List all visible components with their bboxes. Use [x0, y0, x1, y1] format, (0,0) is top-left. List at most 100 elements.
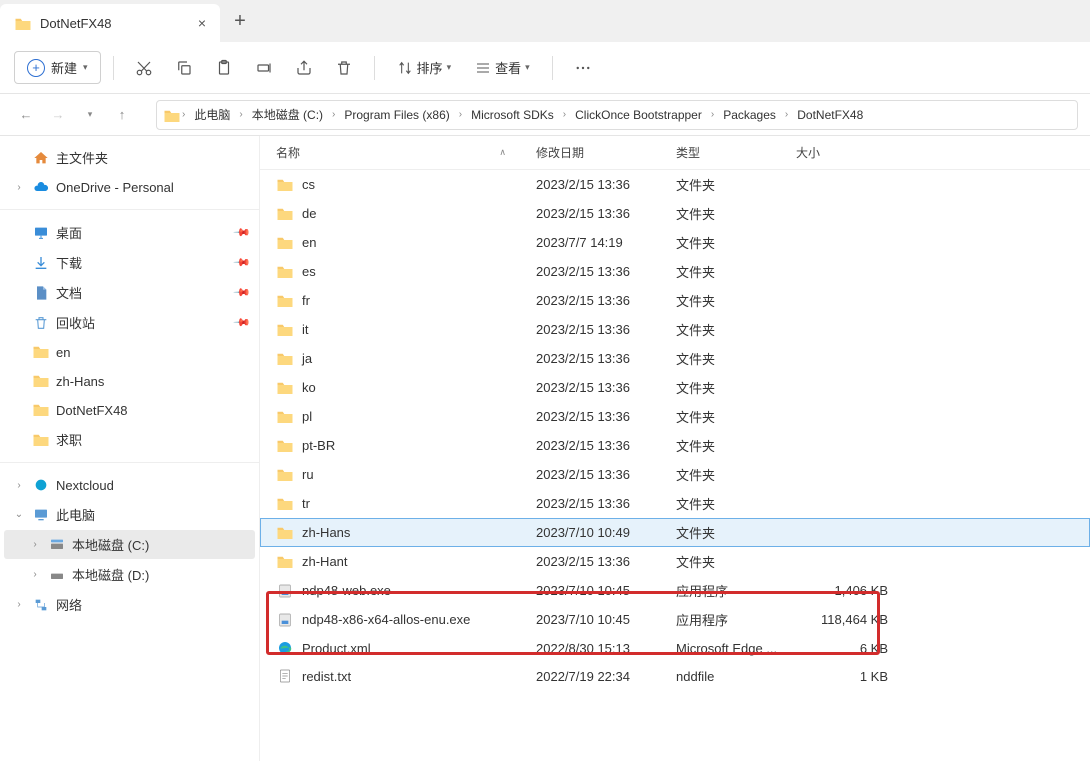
breadcrumb-item[interactable]: DotNetFX48: [791, 105, 869, 125]
file-row[interactable]: it2023/2/15 13:36文件夹: [260, 315, 1090, 344]
new-tab-button[interactable]: +: [220, 10, 260, 33]
file-type: 文件夹: [676, 552, 796, 571]
sidebar-item-documents[interactable]: 文档 📌: [4, 278, 255, 307]
file-row[interactable]: fr2023/2/15 13:36文件夹: [260, 286, 1090, 315]
file-row[interactable]: zh-Hans2023/7/10 10:49文件夹: [260, 518, 1090, 547]
chevron-down-icon: ▾: [83, 62, 88, 73]
file-row[interactable]: pt-BR2023/2/15 13:36文件夹: [260, 431, 1090, 460]
sidebar-item-nextcloud[interactable]: › Nextcloud: [4, 471, 255, 499]
sidebar-item-dotnet[interactable]: DotNetFX48: [4, 396, 255, 424]
column-name[interactable]: 名称∧: [276, 144, 536, 161]
file-type: 文件夹: [676, 465, 796, 484]
file-row[interactable]: pl2023/2/15 13:36文件夹: [260, 402, 1090, 431]
back-button[interactable]: ←: [12, 101, 40, 129]
copy-icon[interactable]: [166, 50, 202, 86]
rename-icon[interactable]: [246, 50, 282, 86]
sidebar-item-zhhans[interactable]: zh-Hans: [4, 367, 255, 395]
view-icon: [475, 60, 491, 76]
chevron-right-icon[interactable]: ›: [12, 599, 26, 610]
file-type: 文件夹: [676, 378, 796, 397]
sidebar-item-desktop[interactable]: 桌面 📌: [4, 218, 255, 247]
file-row[interactable]: es2023/2/15 13:36文件夹: [260, 257, 1090, 286]
close-icon[interactable]: ×: [198, 15, 206, 31]
chevron-right-icon[interactable]: ›: [28, 539, 42, 550]
chevron-right-icon[interactable]: ›: [784, 109, 789, 120]
chevron-right-icon[interactable]: ›: [238, 109, 243, 120]
file-row[interactable]: redist.txt2022/7/19 22:34nddfile1 KB: [260, 662, 1090, 690]
column-date[interactable]: 修改日期: [536, 144, 676, 161]
chevron-right-icon[interactable]: ›: [331, 109, 336, 120]
sidebar-item-home[interactable]: 主文件夹: [4, 143, 255, 172]
chevron-right-icon[interactable]: ›: [181, 109, 186, 120]
sidebar-item-qiuzhi[interactable]: 求职: [4, 425, 255, 454]
breadcrumb[interactable]: › 此电脑 › 本地磁盘 (C:) › Program Files (x86) …: [156, 100, 1078, 130]
folder-icon: [276, 234, 294, 252]
tab-active[interactable]: DotNetFX48 ×: [0, 4, 220, 42]
file-row[interactable]: ko 2023/2/15 13:36文件夹: [260, 373, 1090, 402]
file-row[interactable]: en2023/7/7 14:19文件夹: [260, 228, 1090, 257]
file-date: 2023/2/15 13:36: [536, 554, 676, 569]
file-row[interactable]: ru2023/2/15 13:36文件夹: [260, 460, 1090, 489]
sidebar-item-ddrive[interactable]: › 本地磁盘 (D:): [4, 560, 255, 589]
file-date: 2023/7/10 10:45: [536, 583, 676, 598]
sidebar-item-cdrive[interactable]: › 本地磁盘 (C:): [4, 530, 255, 559]
file-name: tr: [302, 496, 310, 511]
file-date: 2023/2/15 13:36: [536, 177, 676, 192]
sidebar-item-onedrive[interactable]: › OneDrive - Personal: [4, 173, 255, 201]
sidebar-item-thispc[interactable]: ⌄ 此电脑: [4, 500, 255, 529]
file-size: 6 KB: [796, 641, 896, 656]
chevron-right-icon[interactable]: ›: [710, 109, 715, 120]
drive-icon: [48, 566, 66, 584]
forward-button[interactable]: →: [44, 101, 72, 129]
sidebar-item-en[interactable]: en: [4, 338, 255, 366]
file-row[interactable]: tr2023/2/15 13:36文件夹: [260, 489, 1090, 518]
file-name: ko: [302, 380, 316, 395]
file-name: fr: [302, 293, 310, 308]
sidebar-item-network[interactable]: › 网络: [4, 590, 255, 619]
file-row[interactable]: ja2023/2/15 13:36文件夹: [260, 344, 1090, 373]
column-type[interactable]: 类型: [676, 144, 796, 161]
home-icon: [32, 149, 50, 167]
file-date: 2023/2/15 13:36: [536, 293, 676, 308]
chevron-right-icon[interactable]: ›: [12, 182, 26, 193]
file-row[interactable]: zh-Hant2023/2/15 13:36文件夹: [260, 547, 1090, 576]
file-row[interactable]: ndp48-web.exe2023/7/10 10:45应用程序1,406 KB: [260, 576, 1090, 605]
file-row[interactable]: ndp48-x86-x64-allos-enu.exe2023/7/10 10:…: [260, 605, 1090, 634]
delete-icon[interactable]: [326, 50, 362, 86]
file-date: 2023/2/15 13:36: [536, 322, 676, 337]
share-icon[interactable]: [286, 50, 322, 86]
file-name: Product.xml: [302, 641, 371, 656]
nav-bar: ← → ▾ ↑ › 此电脑 › 本地磁盘 (C:) › Program File…: [0, 94, 1090, 136]
more-icon[interactable]: [565, 50, 601, 86]
breadcrumb-item[interactable]: 此电脑: [188, 103, 236, 126]
breadcrumb-item[interactable]: Packages: [717, 105, 782, 125]
file-date: 2023/2/15 13:36: [536, 380, 676, 395]
file-row[interactable]: de2023/2/15 13:36文件夹: [260, 199, 1090, 228]
chevron-right-icon[interactable]: ›: [12, 480, 26, 491]
folder-icon: [276, 176, 294, 194]
breadcrumb-item[interactable]: Program Files (x86): [338, 105, 455, 125]
sidebar-item-recycle[interactable]: 回收站 📌: [4, 308, 255, 337]
chevron-right-icon[interactable]: ›: [28, 569, 42, 580]
paste-icon[interactable]: [206, 50, 242, 86]
recent-dropdown[interactable]: ▾: [76, 101, 104, 129]
breadcrumb-item[interactable]: Microsoft SDKs: [465, 105, 560, 125]
file-row[interactable]: Product.xml2022/8/30 15:13Microsoft Edge…: [260, 634, 1090, 662]
file-name: de: [302, 206, 316, 221]
column-size[interactable]: 大小: [796, 144, 896, 161]
chevron-right-icon[interactable]: ›: [562, 109, 567, 120]
file-name: ndp48-web.exe: [302, 583, 391, 598]
breadcrumb-item[interactable]: ClickOnce Bootstrapper: [569, 105, 708, 125]
cut-icon[interactable]: [126, 50, 162, 86]
chevron-right-icon[interactable]: ›: [458, 109, 463, 120]
breadcrumb-item[interactable]: 本地磁盘 (C:): [246, 103, 329, 126]
chevron-down-icon[interactable]: ⌄: [12, 509, 26, 520]
up-button[interactable]: ↑: [108, 101, 136, 129]
new-button[interactable]: + 新建 ▾: [14, 51, 101, 84]
file-row[interactable]: cs2023/2/15 13:36文件夹: [260, 170, 1090, 199]
column-headers: 名称∧ 修改日期 类型 大小: [260, 136, 1090, 170]
sort-button[interactable]: 排序 ▾: [387, 52, 462, 83]
folder-icon: [276, 495, 294, 513]
sidebar-item-downloads[interactable]: 下载 📌: [4, 248, 255, 277]
view-button[interactable]: 查看 ▾: [465, 52, 540, 83]
